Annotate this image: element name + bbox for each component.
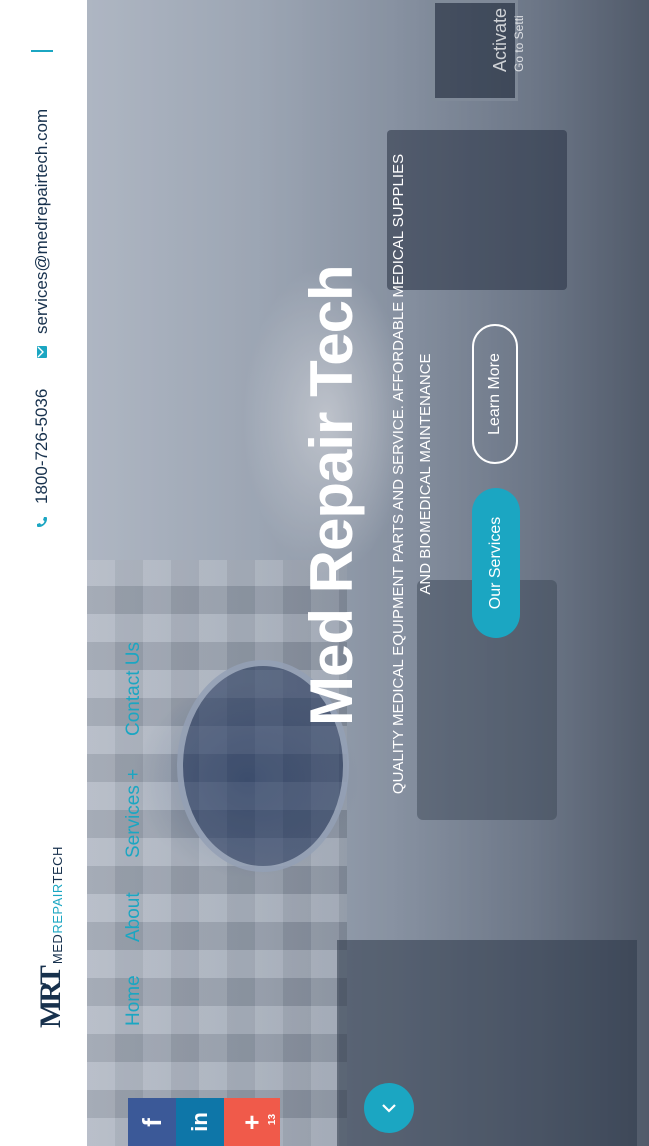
page: 1800-726-5036 services@medrepairtech.com… (0, 0, 649, 1146)
phone-number[interactable]: 1800-726-5036 (32, 389, 52, 504)
our-services-button[interactable]: Our Services (472, 488, 520, 638)
activation-watermark: Activate Go to Setti (490, 7, 526, 72)
header-bar: 1800-726-5036 services@medrepairtech.com… (0, 0, 87, 1146)
hero-image (87, 0, 649, 1146)
hero-subtitle: QUALITY MEDICAL EQUIPMENT PARTS AND SERV… (390, 153, 434, 795)
logo-mark: MRT (34, 968, 67, 1028)
phone-icon (37, 517, 47, 527)
linkedin-share-button[interactable]: in (176, 1098, 224, 1146)
phone-contact[interactable]: 1800-726-5036 (32, 389, 52, 528)
facebook-share-button[interactable]: f (128, 1098, 176, 1146)
email-address[interactable]: services@medrepairtech.com (32, 109, 52, 334)
hero-title: Med Repair Tech (298, 265, 365, 726)
nav-about[interactable]: About (123, 892, 145, 942)
email-contact[interactable]: services@medrepairtech.com (32, 109, 52, 358)
hero-overlay (87, 0, 649, 1146)
email-icon (37, 346, 47, 358)
logo-wordmark: MEDREPAIRTECH (50, 846, 65, 965)
learn-more-button[interactable]: Learn More (472, 324, 518, 464)
chevron-down-icon (382, 1104, 396, 1113)
share-count: 13 (266, 1113, 278, 1126)
more-share-button[interactable]: + 13 (224, 1098, 280, 1146)
nav-services[interactable]: Services + (123, 769, 145, 858)
plus-icon: + (244, 1106, 260, 1137)
linkedin-icon: in (187, 1112, 212, 1132)
divider (31, 50, 53, 52)
site-logo[interactable]: MRT MEDREPAIRTECH (20, 846, 67, 1028)
scroll-down-button[interactable] (364, 1083, 414, 1133)
nav-home[interactable]: Home (123, 975, 145, 1026)
facebook-icon: f (136, 1117, 167, 1127)
nav-contact[interactable]: Contact Us (123, 642, 145, 736)
